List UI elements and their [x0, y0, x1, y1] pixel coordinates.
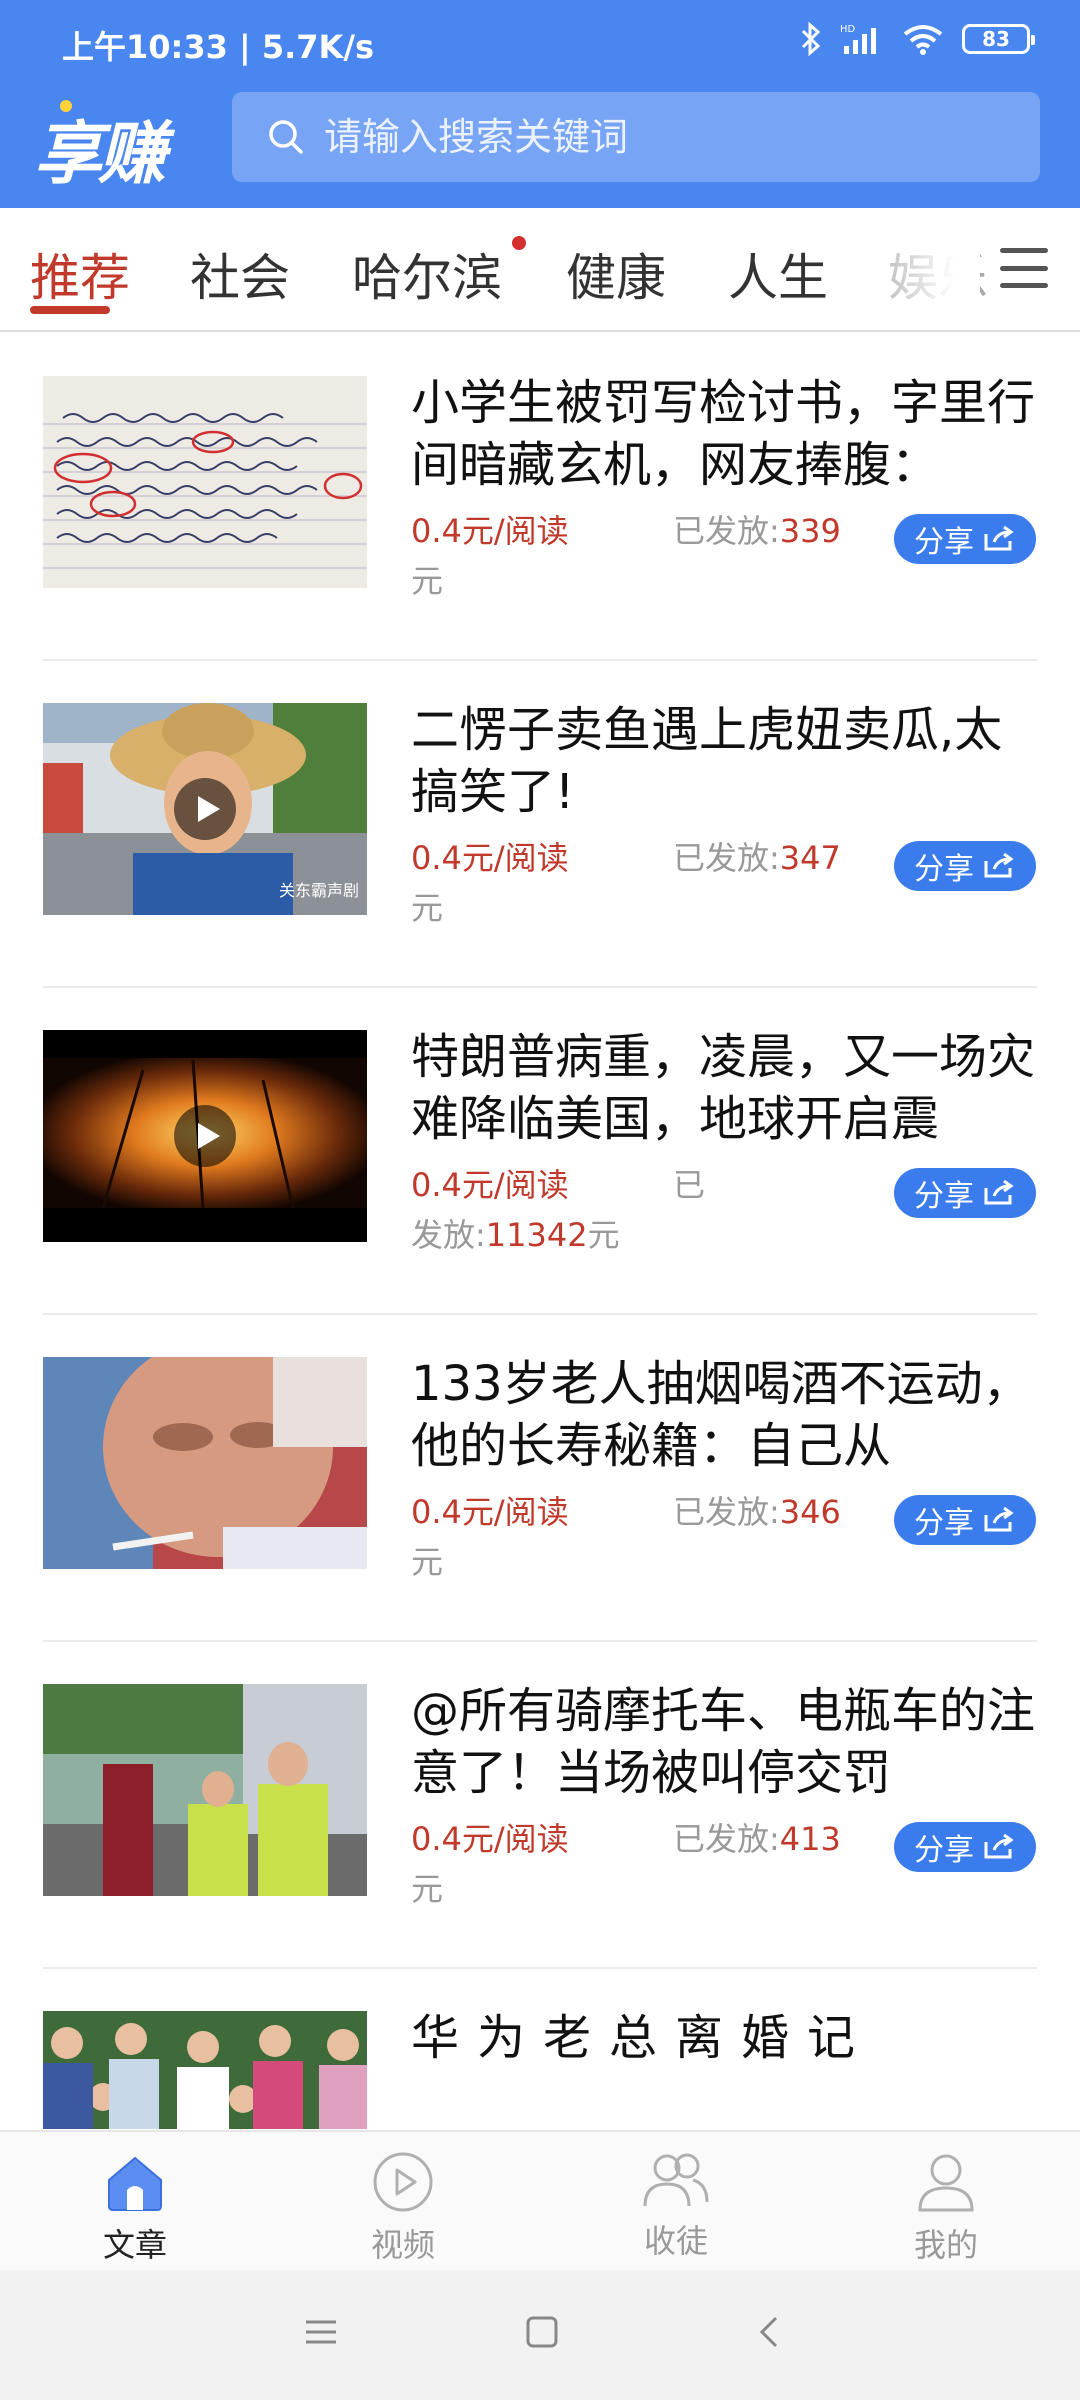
thumbnail-traffic-police — [43, 1684, 367, 1896]
paid-amount: 347 — [779, 839, 841, 877]
tab-society[interactable]: 社会 — [190, 238, 290, 310]
bluetooth-icon — [801, 22, 821, 56]
nav-articles[interactable]: 文章 — [55, 2150, 215, 2266]
search-icon — [269, 120, 303, 154]
video-watermark: 关东霸声剧 — [278, 881, 359, 900]
tab-fade — [860, 208, 980, 328]
news-item[interactable]: 特朗普病重，凌晨，又一场灾难降临美国，地球开启震 0.4元/阅读 已发放:113… — [43, 988, 1037, 1315]
news-title: 小学生被罚写检讨书，字里行间暗藏玄机，网友捧腹： — [411, 375, 1036, 493]
news-item[interactable]: 小学生被罚写检讨书，字里行间暗藏玄机，网友捧腹： 0.4元/阅读 已发放:339… — [43, 334, 1037, 661]
share-icon — [984, 1507, 1014, 1532]
paid-unit: 元 — [411, 562, 444, 600]
home-icon — [108, 2156, 162, 2211]
news-title: 133岁老人抽烟喝酒不运动，他的长寿秘籍：自己从 — [411, 1356, 1031, 1474]
share-label: 分享 — [914, 1179, 974, 1214]
signal-icon: HD — [840, 24, 876, 54]
news-item[interactable]: 133岁老人抽烟喝酒不运动，他的长寿秘籍：自己从 0.4元/阅读 已发放:346… — [43, 1315, 1037, 1642]
paid-label: 已发放: — [673, 512, 780, 550]
users-icon — [643, 2153, 709, 2207]
paid-amount: 346 — [779, 1493, 841, 1531]
paid-unit: 元 — [587, 1216, 620, 1254]
app-header: 上午10:33 | 5.7K/s HD 83 享赚 — [0, 0, 1080, 208]
search-input[interactable] — [324, 115, 984, 159]
paid-label: 已发放: — [673, 1820, 780, 1858]
paid-info: 已发放:11342元 — [411, 1160, 711, 1260]
share-icon — [984, 1834, 1014, 1859]
news-title: 华为老总离婚记 — [411, 2010, 874, 2066]
tab-life[interactable]: 人生 — [728, 238, 828, 310]
active-tab-indicator — [30, 306, 110, 314]
share-label: 分享 — [914, 852, 974, 887]
thumbnail-handwritten-letter — [43, 376, 367, 588]
nav-profile[interactable]: 我的 — [866, 2150, 1026, 2266]
thumbnail-group-photo — [43, 2011, 367, 2129]
share-button[interactable]: 分享 — [894, 1822, 1036, 1872]
back-icon[interactable] — [756, 2314, 782, 2350]
app-logo: 享赚 — [34, 115, 166, 194]
paid-unit: 元 — [411, 1870, 444, 1908]
thumbnail-elderly-woman — [43, 1357, 367, 1569]
share-label: 分享 — [914, 525, 974, 560]
paid-amount: 339 — [779, 512, 841, 550]
paid-info: 已发放:413 元 — [411, 1814, 861, 1914]
paid-amount: 413 — [779, 1820, 841, 1858]
svg-text:HD: HD — [840, 24, 856, 35]
video-play-icon — [174, 778, 236, 840]
tab-harbin[interactable]: 哈尔滨 — [352, 238, 502, 310]
share-label: 分享 — [914, 1506, 974, 1541]
battery-level: 83 — [982, 27, 1010, 51]
news-item[interactable]: @所有骑摩托车、电瓶车的注意了！当场被叫停交罚 0.4元/阅读 已发放:413元… — [43, 1642, 1037, 1969]
paid-unit: 元 — [411, 1543, 444, 1581]
thumbnail-fire-night — [43, 1030, 367, 1242]
news-title: 二愣子卖鱼遇上虎妞卖瓜,太搞笑了! — [411, 702, 1003, 820]
paid-label: 已发放: — [673, 839, 780, 877]
share-button[interactable]: 分享 — [894, 1168, 1036, 1218]
share-icon — [984, 1180, 1014, 1205]
tab-menu-icon[interactable] — [1000, 248, 1048, 288]
nav-recruit[interactable]: 收徒 — [596, 2150, 756, 2262]
video-play-icon — [174, 1105, 236, 1167]
paid-info: 已发放:346 元 — [411, 1487, 861, 1587]
paid-info: 已发放:339 元 — [411, 506, 861, 606]
search-bar[interactable] — [232, 92, 1040, 182]
share-label: 分享 — [914, 1833, 974, 1868]
paid-label: 已发放: — [673, 1493, 780, 1531]
paid-unit: 元 — [411, 889, 444, 927]
wifi-icon — [903, 25, 943, 55]
nav-label: 我的 — [913, 2226, 978, 2264]
news-title: 特朗普病重，凌晨，又一场灾难降临美国，地球开启震 — [411, 1029, 1036, 1147]
nav-videos[interactable]: 视频 — [323, 2150, 483, 2266]
tab-recommend[interactable]: 推荐 — [30, 238, 130, 310]
tab-new-dot — [512, 236, 526, 250]
battery-icon: 83 — [962, 24, 1035, 54]
share-button[interactable]: 分享 — [894, 1495, 1036, 1545]
nav-label: 文章 — [102, 2226, 167, 2264]
nav-label: 视频 — [370, 2226, 435, 2264]
nav-label: 收徒 — [643, 2222, 708, 2260]
system-nav-bar — [0, 2270, 1080, 2400]
play-circle-icon — [373, 2152, 433, 2212]
paid-amount: 11342 — [485, 1216, 588, 1254]
tab-health[interactable]: 健康 — [566, 238, 666, 310]
news-item[interactable]: 华为老总离婚记 — [43, 1969, 1037, 2129]
share-button[interactable]: 分享 — [894, 514, 1036, 564]
share-icon — [984, 853, 1014, 878]
share-button[interactable]: 分享 — [894, 841, 1036, 891]
news-title: @所有骑摩托车、电瓶车的注意了！当场被叫停交罚 — [411, 1683, 1036, 1801]
menu-icon[interactable] — [304, 2314, 338, 2350]
share-icon — [984, 526, 1014, 551]
status-icons: HD 83 — [800, 22, 1035, 56]
bottom-nav: 文章 视频 收徒 我的 — [0, 2130, 1080, 2270]
news-item[interactable]: 关东霸声剧 二愣子卖鱼遇上虎妞卖瓜,太搞笑了! 0.4元/阅读 已发放:347元… — [43, 661, 1037, 988]
status-time-speed: 上午10:33 | 5.7K/s — [62, 28, 375, 66]
logo-accent — [60, 100, 72, 112]
user-icon — [918, 2154, 974, 2212]
home-square-icon[interactable] — [524, 2314, 560, 2350]
status-bar: 上午10:33 | 5.7K/s HD 83 — [0, 0, 1080, 90]
paid-info: 已发放:347 元 — [411, 833, 861, 933]
thumbnail-man-straw-hat: 关东霸声剧 — [43, 703, 367, 915]
